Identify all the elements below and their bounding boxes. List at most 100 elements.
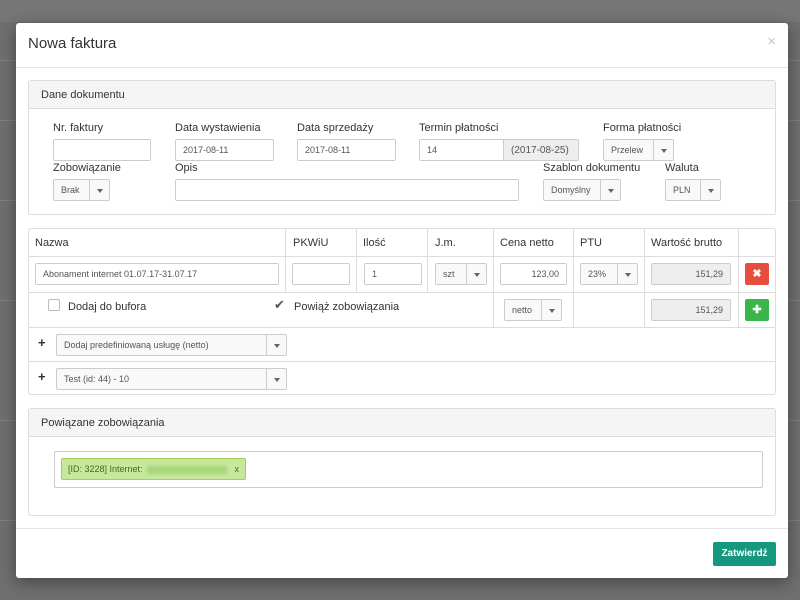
item-name-input[interactable]: Abonament internet 01.07.17-31.07.17 xyxy=(35,263,279,285)
payment-term-input[interactable]: 14 xyxy=(419,139,504,161)
sale-date-label: Data sprzedaży xyxy=(297,122,374,134)
close-icon: ✖ xyxy=(752,268,762,280)
col-header-qty: Ilość xyxy=(363,237,386,249)
invoice-number-input[interactable] xyxy=(53,139,151,161)
caret-box xyxy=(653,140,673,160)
items-table: Nazwa PKWiU Ilość J.m. Cena netto PTU Wa… xyxy=(28,228,776,395)
obligation-tag[interactable]: [ID: 3228] Internet: x xyxy=(61,458,247,480)
panel-heading: Dane dokumentu xyxy=(29,81,775,109)
caret-box xyxy=(600,180,620,200)
divider xyxy=(573,229,574,327)
template-label: Szablon dokumentu xyxy=(543,162,641,174)
item-vat-select[interactable]: 23% xyxy=(580,263,638,285)
test-service-select[interactable]: Test (id: 44) - 10 xyxy=(56,368,287,390)
chevron-down-icon xyxy=(274,344,280,348)
divider xyxy=(29,292,775,293)
caret-box xyxy=(617,264,637,284)
payment-form-value: Przelew xyxy=(611,145,644,155)
close-icon[interactable]: × xyxy=(767,33,776,50)
obligation-value: Brak xyxy=(61,185,80,195)
invoice-number-label: Nr. faktury xyxy=(53,122,104,134)
item-unit-select[interactable]: szt xyxy=(435,263,487,285)
item-pkwiu-input[interactable] xyxy=(292,263,350,285)
obligation-select[interactable]: Brak xyxy=(53,179,110,201)
chevron-down-icon xyxy=(474,273,480,277)
currency-value: PLN xyxy=(673,185,691,195)
payment-form-select[interactable]: Przelew xyxy=(603,139,674,161)
check-icon[interactable]: ✔ xyxy=(274,297,285,313)
currency-label: Waluta xyxy=(665,162,699,174)
obligation-tag-label: [ID: 3228] Internet: xyxy=(68,464,143,474)
predefined-service-select[interactable]: Dodaj predefiniowaną usługę (netto) xyxy=(56,334,287,356)
col-header-vat: PTU xyxy=(580,237,602,249)
item-gross-value: 151,29 xyxy=(651,263,731,285)
divider xyxy=(29,256,775,257)
submit-button[interactable]: Zatwierdź xyxy=(713,542,776,566)
chevron-down-icon xyxy=(625,273,631,277)
chevron-down-icon xyxy=(274,378,280,382)
item-net-price-input[interactable]: 123,00 xyxy=(500,263,567,285)
caret-box xyxy=(700,180,720,200)
obligation-label: Zobowiązanie xyxy=(53,162,121,174)
add-to-buffer-label: Dodaj do bufora xyxy=(68,301,147,313)
col-header-name: Nazwa xyxy=(35,237,69,249)
caret-box xyxy=(541,300,561,320)
issue-date-label: Data wystawienia xyxy=(175,122,261,134)
item-vat-value: 23% xyxy=(588,269,607,279)
backdrop-header xyxy=(0,0,800,22)
plus-icon: ✚ xyxy=(752,304,762,316)
add-to-buffer-checkbox[interactable] xyxy=(48,299,60,311)
caret-box xyxy=(266,369,286,389)
chevron-down-icon xyxy=(708,189,714,193)
remove-item-button[interactable]: ✖ xyxy=(745,263,769,285)
col-header-gross: Wartość brutto xyxy=(651,237,723,249)
chevron-down-icon xyxy=(661,149,667,153)
modal-header: Nowa faktura × xyxy=(16,23,788,68)
panel-heading: Powiązane zobowiązania xyxy=(29,409,775,437)
price-mode-select[interactable]: netto xyxy=(504,299,562,321)
redacted-text xyxy=(146,465,227,474)
divider xyxy=(29,361,775,362)
divider xyxy=(29,327,775,328)
modal-title: Nowa faktura xyxy=(28,35,117,52)
payment-form-label: Forma płatności xyxy=(603,122,682,134)
chevron-down-icon xyxy=(549,309,555,313)
chevron-down-icon xyxy=(608,189,614,193)
divider xyxy=(427,229,428,292)
remove-tag-icon[interactable]: x xyxy=(235,464,240,474)
linked-obligations-panel: Powiązane zobowiązania [ID: 3228] Intern… xyxy=(28,408,776,516)
template-select[interactable]: Domyślny xyxy=(543,179,621,201)
caret-box xyxy=(89,180,109,200)
predefined-service-placeholder: Dodaj predefiniowaną usługę (netto) xyxy=(64,340,209,350)
divider xyxy=(356,229,357,292)
price-mode-value: netto xyxy=(512,305,533,315)
col-header-pkwiu: PKWiU xyxy=(293,237,329,249)
payment-term-label: Termin płatności xyxy=(419,122,499,134)
obligations-tag-input[interactable]: [ID: 3228] Internet: x xyxy=(54,451,763,488)
description-input[interactable] xyxy=(175,179,519,201)
chevron-down-icon xyxy=(97,189,103,193)
col-header-unit: J.m. xyxy=(435,237,456,249)
footer-divider xyxy=(16,528,788,529)
caret-box xyxy=(466,264,486,284)
issue-date-input[interactable]: 2017-08-11 xyxy=(175,139,274,161)
plus-icon[interactable]: + xyxy=(38,335,46,350)
col-header-net-price: Cena netto xyxy=(500,237,554,249)
divider xyxy=(738,229,739,327)
template-value: Domyślny xyxy=(551,185,591,195)
plus-icon[interactable]: + xyxy=(38,369,46,384)
sale-date-input[interactable]: 2017-08-11 xyxy=(297,139,396,161)
caret-box xyxy=(266,335,286,355)
description-label: Opis xyxy=(175,162,198,174)
payment-term-date-addon: (2017-08-25) xyxy=(504,139,579,161)
divider xyxy=(644,229,645,327)
divider xyxy=(493,229,494,327)
new-invoice-modal: Nowa faktura × Dane dokumentu Nr. faktur… xyxy=(16,23,788,578)
test-service-value: Test (id: 44) - 10 xyxy=(64,374,130,384)
add-item-button[interactable]: ✚ xyxy=(745,299,769,321)
divider xyxy=(285,229,286,292)
gross-total-value: 151,29 xyxy=(651,299,731,321)
currency-select[interactable]: PLN xyxy=(665,179,721,201)
link-obligations-label: Powiąż zobowiązania xyxy=(294,301,400,313)
item-qty-input[interactable]: 1 xyxy=(364,263,422,285)
